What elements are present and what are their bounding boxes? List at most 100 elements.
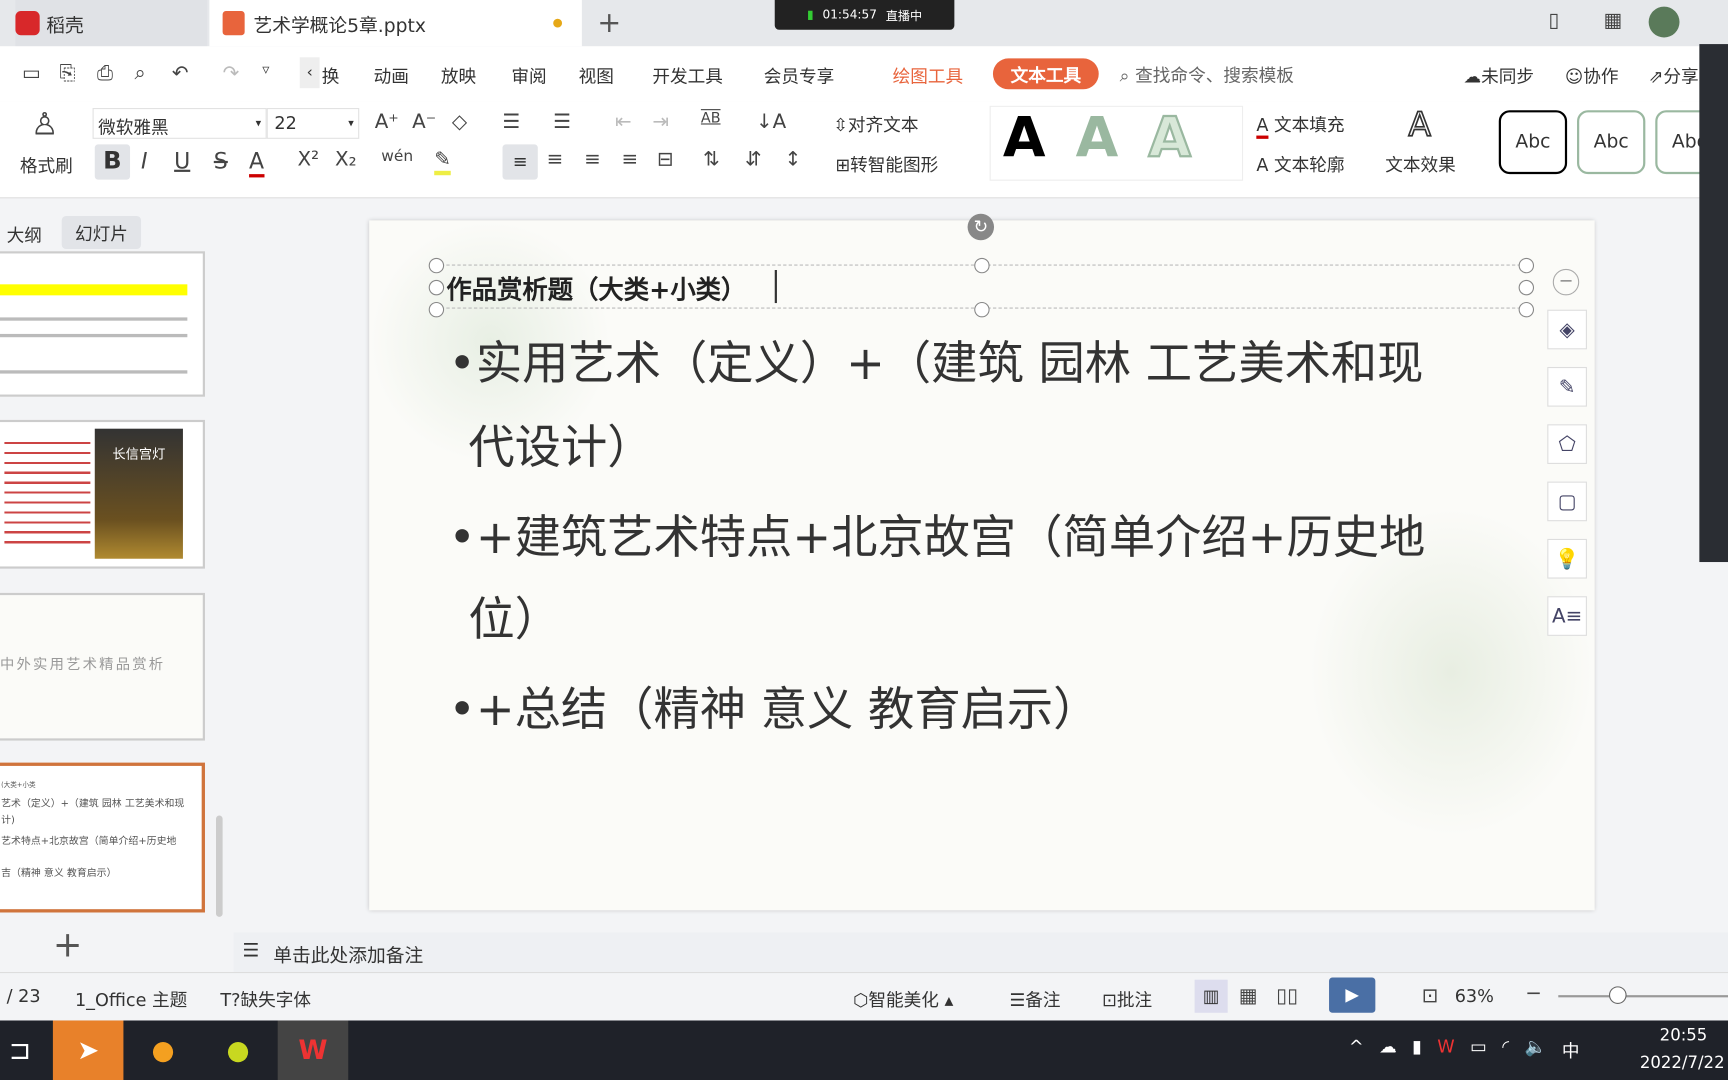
wps-app-icon[interactable]: W — [277, 1020, 349, 1080]
redo-icon[interactable]: ↷ — [223, 62, 240, 85]
text-fill-button[interactable]: A 文本填充 — [1256, 110, 1345, 139]
missing-font-button[interactable]: T?缺失字体 — [220, 985, 311, 1011]
slide-thumbnail-1[interactable] — [0, 251, 205, 397]
search-box[interactable]: ⌕ 查找命令、搜索模板 — [1120, 61, 1294, 87]
notes-area[interactable]: ☰ 单击此处添加备注 — [233, 932, 1728, 972]
brush-icon[interactable]: ✎ — [1547, 366, 1587, 407]
align-text-button[interactable]: ⇳对齐文本 — [833, 110, 918, 136]
ime-indicator[interactable]: 中 — [1562, 1036, 1580, 1062]
align-right-icon[interactable]: ≡ — [584, 148, 601, 171]
char-spacing-icon[interactable]: AB — [701, 110, 721, 127]
bullet-line[interactable]: 代设计） — [468, 406, 653, 490]
resize-handle[interactable] — [974, 257, 990, 274]
resize-handle[interactable] — [428, 279, 445, 296]
resize-handle[interactable] — [428, 301, 445, 318]
theme-name[interactable]: 1_Office 主题 — [75, 985, 187, 1011]
menu-slideshow[interactable]: 放映 — [441, 62, 476, 88]
play-button[interactable]: ▶ — [1329, 977, 1376, 1013]
preview-icon[interactable]: ⌕ — [134, 62, 145, 85]
app-green-icon[interactable]: ● — [203, 1020, 274, 1080]
font-color-button[interactable]: A — [249, 148, 265, 178]
scroll-left-icon[interactable]: ‹ — [299, 57, 320, 89]
new-tab-button[interactable]: + — [597, 0, 621, 46]
text-direction-icon[interactable]: ↓A — [756, 110, 786, 133]
text-outline-button[interactable]: A 文本轮廓 — [1256, 150, 1344, 176]
highlight-icon[interactable]: ✎ — [434, 148, 451, 176]
superscript-button[interactable]: X² — [298, 148, 320, 171]
clear-format-icon[interactable]: ◇ — [452, 110, 467, 133]
zoom-slider[interactable] — [1558, 995, 1728, 998]
bullet-line[interactable]: •实用艺术（定义）+（建筑 园林 工艺美术和现 — [449, 322, 1424, 406]
app-orange-icon[interactable]: ● — [128, 1020, 199, 1080]
subscript-button[interactable]: X₂ — [335, 148, 357, 171]
text-select-icon[interactable]: A≡ — [1547, 596, 1587, 636]
save-icon[interactable]: ▭ — [22, 62, 41, 85]
increase-font-icon[interactable]: A⁺ — [375, 110, 399, 133]
zoom-level[interactable]: 63% — [1455, 985, 1494, 1006]
menu-member[interactable]: 会员专享 — [764, 62, 835, 88]
menu-text-tools[interactable]: 文本工具 — [992, 58, 1099, 90]
volume-icon[interactable]: 🔈 — [1525, 1036, 1547, 1062]
strikethrough-button[interactable]: S — [214, 148, 228, 174]
export-icon[interactable]: ⎘ — [60, 62, 76, 85]
tab-outline[interactable]: 大纲 — [7, 220, 42, 246]
resize-handle[interactable] — [1518, 279, 1535, 296]
menu-animation[interactable]: 动画 — [374, 62, 409, 88]
align-center-icon[interactable]: ≡ — [547, 148, 564, 171]
spacing-options-icon[interactable]: ↕ — [785, 148, 802, 171]
line-spacing-icon[interactable]: ⇅ — [703, 148, 720, 171]
zoom-slider-handle[interactable] — [1608, 986, 1627, 1004]
chevron-up-icon[interactable]: ^ — [1349, 1036, 1364, 1062]
slide-title[interactable]: 作品赏析题（大类+小类） — [446, 269, 746, 306]
tab-slides[interactable]: 幻灯片 — [61, 215, 142, 250]
wifi-icon[interactable]: ◜ — [1502, 1036, 1509, 1062]
resize-handle[interactable] — [428, 257, 445, 274]
decrease-font-icon[interactable]: A⁻ — [412, 110, 436, 133]
menu-drawing-tools[interactable]: 绘图工具 — [893, 62, 964, 88]
comment-button[interactable]: ⊡批注 — [1102, 985, 1152, 1011]
border-icon[interactable]: ▢ — [1547, 481, 1587, 522]
microphone-icon[interactable]: ▮ — [1412, 1036, 1422, 1062]
collab-button[interactable]: ☺协作 — [1565, 62, 1619, 88]
beautify-button[interactable]: ⬡智能美化 ▴ — [853, 985, 953, 1011]
numbered-list-icon[interactable]: ☰ — [553, 110, 571, 133]
paragraph-spacing-icon[interactable]: ⇵ — [745, 148, 762, 171]
clock-date[interactable]: 2022/7/22 — [1640, 1052, 1725, 1072]
zoom-out-icon[interactable]: − — [1525, 982, 1542, 1005]
undo-icon[interactable]: ↶ — [172, 62, 189, 85]
resize-handle[interactable] — [1518, 257, 1535, 274]
format-painter-button[interactable]: 格式刷 — [20, 151, 73, 177]
menu-transition[interactable]: 换 — [322, 62, 340, 88]
align-left-button[interactable]: ≡ — [502, 144, 538, 180]
collapse-icon[interactable]: − — [1552, 268, 1580, 296]
lightbulb-icon[interactable]: 💡 — [1547, 538, 1587, 579]
pinyin-icon[interactable]: wén — [381, 148, 413, 166]
print-icon[interactable]: ⎙ — [97, 62, 113, 85]
italic-button[interactable]: I — [141, 148, 148, 174]
text-style-outline[interactable]: A — [1147, 105, 1192, 171]
slide-canvas[interactable]: 作品赏析题（大类+小类） •实用艺术（定义）+（建筑 园林 工艺美术和现 代设计… — [369, 220, 1595, 911]
window-layout-icon[interactable]: ▯ — [1548, 9, 1559, 32]
task-view-icon[interactable]: ⊐ — [0, 1020, 55, 1080]
rotate-handle-icon[interactable]: ↻ — [967, 213, 995, 241]
font-name-select[interactable]: 微软雅黑 ▾ — [92, 107, 267, 139]
shape-style-2[interactable]: Abc — [1577, 110, 1646, 175]
underline-button[interactable]: U — [174, 148, 190, 174]
cloud-icon[interactable]: ☁ — [1379, 1036, 1397, 1062]
slide-thumbnail-4-selected[interactable]: (大类+小类 艺术（定义）+（建筑 园林 工艺美术和现 计) 艺术特点+北京故宫… — [0, 762, 205, 913]
fill-icon[interactable]: ⬠ — [1547, 424, 1587, 464]
battery-icon[interactable]: ▭ — [1470, 1036, 1487, 1062]
decrease-indent-icon[interactable]: ⇤ — [615, 110, 632, 133]
notes-toggle-button[interactable]: ☰备注 — [1009, 985, 1060, 1011]
bullet-line[interactable]: •+总结（精神 意义 教育启示） — [449, 668, 1100, 752]
justify-icon[interactable]: ≡ — [622, 148, 639, 171]
format-painter-icon[interactable]: ♙ — [31, 106, 59, 142]
menu-developer[interactable]: 开发工具 — [652, 62, 723, 88]
sync-button[interactable]: ☁未同步 — [1464, 62, 1535, 88]
sidebar-scrollbar[interactable] — [215, 815, 223, 917]
reading-view-icon[interactable]: ▯▯ — [1276, 984, 1298, 1007]
clock-time[interactable]: 20:55 — [1660, 1025, 1708, 1045]
normal-view-icon[interactable]: ▥ — [1194, 979, 1228, 1013]
fit-window-icon[interactable]: ⊡ — [1422, 984, 1439, 1007]
wps-tray-icon[interactable]: W — [1437, 1036, 1454, 1062]
